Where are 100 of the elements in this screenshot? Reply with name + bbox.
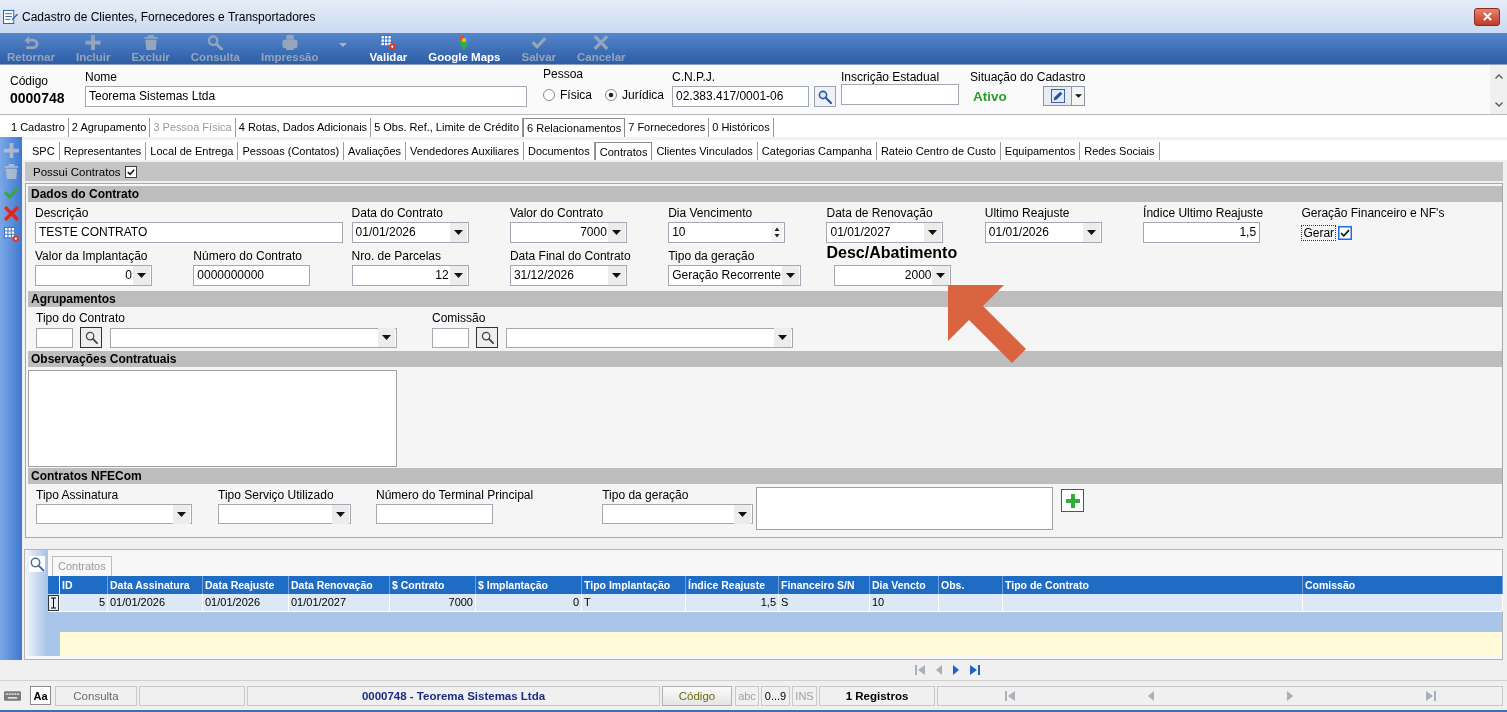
dropdown-field[interactable] bbox=[602, 504, 754, 524]
tab[interactable]: Rateio Centro de Custo bbox=[876, 142, 1001, 160]
dropdown-field[interactable]: 7000 bbox=[509, 222, 627, 243]
up-down-arrows-icon[interactable] bbox=[771, 223, 784, 242]
edit-icon bbox=[1050, 89, 1065, 103]
dropdown-field[interactable]: 0 bbox=[35, 265, 152, 286]
code-field[interactable] bbox=[432, 327, 469, 348]
dropdown-field[interactable]: 01/01/2026 bbox=[984, 222, 1102, 243]
input-field[interactable]: 1,5 bbox=[1143, 222, 1261, 243]
checkbox[interactable] bbox=[124, 165, 137, 178]
tab[interactable]: Local de Entrega bbox=[146, 142, 239, 160]
dropdown-field[interactable]: Geração Recorrente bbox=[668, 265, 802, 286]
search-button[interactable] bbox=[476, 327, 498, 348]
text-box[interactable] bbox=[756, 487, 1054, 530]
dropdown-field[interactable] bbox=[218, 504, 351, 524]
dropdown-field[interactable]: 2000 bbox=[834, 265, 952, 286]
undo-icon bbox=[22, 34, 39, 50]
search-icon[interactable] bbox=[28, 556, 45, 572]
close-icon bbox=[1482, 12, 1492, 21]
scrollbar[interactable] bbox=[1490, 65, 1507, 114]
next-icon[interactable] bbox=[953, 665, 959, 675]
radio-option[interactable]: Jurídica bbox=[605, 88, 665, 102]
section-header: Dados do Contrato bbox=[28, 186, 1502, 202]
caret-icon bbox=[924, 223, 942, 242]
plus-icon bbox=[1065, 493, 1080, 508]
dropdown-field[interactable]: 01/01/2027 bbox=[826, 222, 944, 243]
tab[interactable]: Vendedores Auxiliares bbox=[406, 142, 524, 160]
input-field[interactable]: TESTE CONTRATO bbox=[35, 222, 343, 243]
input-field[interactable]: Teorema Sistemas Ltda bbox=[85, 86, 527, 107]
field-label: Valor da Implantação bbox=[35, 249, 148, 263]
caret-icon bbox=[782, 266, 800, 285]
edit-button[interactable] bbox=[1043, 86, 1072, 106]
field-label: Data de Renovação bbox=[826, 206, 933, 220]
dropdown-field[interactable] bbox=[506, 327, 793, 348]
caret-icon bbox=[774, 328, 791, 347]
tab[interactable]: 7 Fornecedores bbox=[625, 118, 710, 137]
dropdown-field[interactable]: 01/01/2026 bbox=[351, 222, 469, 243]
field-label: Tipo Serviço Utilizado bbox=[218, 488, 334, 502]
tab[interactable]: 6 Relacionamentos bbox=[523, 118, 626, 137]
search-icon bbox=[207, 34, 224, 50]
dropdown-button[interactable] bbox=[1072, 86, 1085, 106]
dropdown-field[interactable]: 31/12/2026 bbox=[509, 265, 627, 286]
notes-textarea[interactable] bbox=[28, 370, 397, 467]
tab[interactable]: 2 Agrupamento bbox=[68, 118, 151, 137]
table-cell: 0 bbox=[476, 594, 582, 611]
section-header: Contratos NFECom bbox=[28, 468, 1502, 484]
code-field[interactable] bbox=[36, 327, 73, 348]
close-button[interactable] bbox=[1474, 7, 1500, 26]
input-field[interactable]: 0000000000 bbox=[193, 265, 311, 286]
field-label: Número do Terminal Principal bbox=[376, 488, 534, 502]
field-label: Situação do Cadastro bbox=[970, 70, 1086, 84]
dropdown-field[interactable] bbox=[110, 327, 397, 348]
table-gear-icon[interactable] bbox=[3, 227, 19, 242]
table-cell: 5 bbox=[60, 594, 108, 611]
field-label: Pessoa bbox=[543, 67, 584, 81]
field-label: Código bbox=[10, 74, 49, 88]
field-label: Dia Vencimento bbox=[668, 206, 753, 220]
input-field[interactable] bbox=[841, 84, 959, 105]
tab[interactable]: Equipamentos bbox=[1000, 142, 1081, 160]
dropdown-field[interactable] bbox=[36, 504, 192, 524]
search-button[interactable] bbox=[814, 86, 836, 107]
toolbar-button[interactable]: Validar bbox=[362, 33, 415, 64]
field-label: Valor do Contrato bbox=[509, 206, 604, 220]
status-indicator: 0...9 bbox=[761, 685, 790, 706]
table-row[interactable]: 5 01/01/2026 01/01/2026 01/01/2027 7000 0 T 1,5 S 10 bbox=[48, 594, 1502, 612]
checkbox[interactable] bbox=[1338, 225, 1353, 240]
tab[interactable]: Pessoas (Contatos) bbox=[238, 142, 345, 160]
dropdown-field[interactable]: 12 bbox=[351, 265, 469, 286]
toolbar-button[interactable]: Google Maps bbox=[421, 33, 508, 64]
tab[interactable]: Documentos bbox=[523, 142, 595, 160]
input-field[interactable]: 02.383.417/0001-06 bbox=[672, 86, 809, 107]
tab[interactable]: SPC bbox=[28, 142, 60, 160]
field-label: Data do Contrato bbox=[351, 206, 443, 220]
radio-option[interactable]: Física bbox=[543, 88, 605, 102]
tab[interactable]: Contratos bbox=[594, 142, 653, 160]
input-field[interactable] bbox=[376, 504, 493, 524]
printer-icon bbox=[281, 34, 298, 50]
caret-icon bbox=[1074, 94, 1082, 98]
tab[interactable]: Clientes Vinculados bbox=[652, 142, 758, 160]
tab[interactable]: Redes Sociais bbox=[1080, 142, 1160, 160]
check-icon[interactable] bbox=[3, 185, 19, 200]
status-indicator: INS bbox=[792, 685, 817, 706]
section-header: Observações Contratuais bbox=[28, 351, 1502, 367]
caret-icon bbox=[734, 504, 752, 524]
form-edit-icon bbox=[3, 9, 18, 24]
tab[interactable]: Representantes bbox=[59, 142, 147, 160]
case-button[interactable]: Aa bbox=[30, 686, 51, 705]
last-page-icon[interactable] bbox=[970, 665, 980, 675]
search-button[interactable] bbox=[80, 327, 102, 348]
cross-icon[interactable] bbox=[3, 206, 19, 221]
spin-field[interactable]: 10 bbox=[668, 222, 786, 243]
plus-icon bbox=[85, 34, 102, 50]
tab[interactable]: Categorias Campanha bbox=[757, 142, 877, 160]
tab[interactable]: Avaliações bbox=[344, 142, 407, 160]
add-button[interactable] bbox=[1061, 489, 1085, 512]
keyboard-icon[interactable] bbox=[4, 690, 21, 701]
caret-icon bbox=[332, 504, 349, 524]
tab[interactable]: 0 Históricos bbox=[709, 118, 774, 137]
tab[interactable]: 4 Rotas, Dados Adicionais bbox=[235, 118, 372, 137]
sort-button[interactable]: Código bbox=[662, 685, 732, 706]
